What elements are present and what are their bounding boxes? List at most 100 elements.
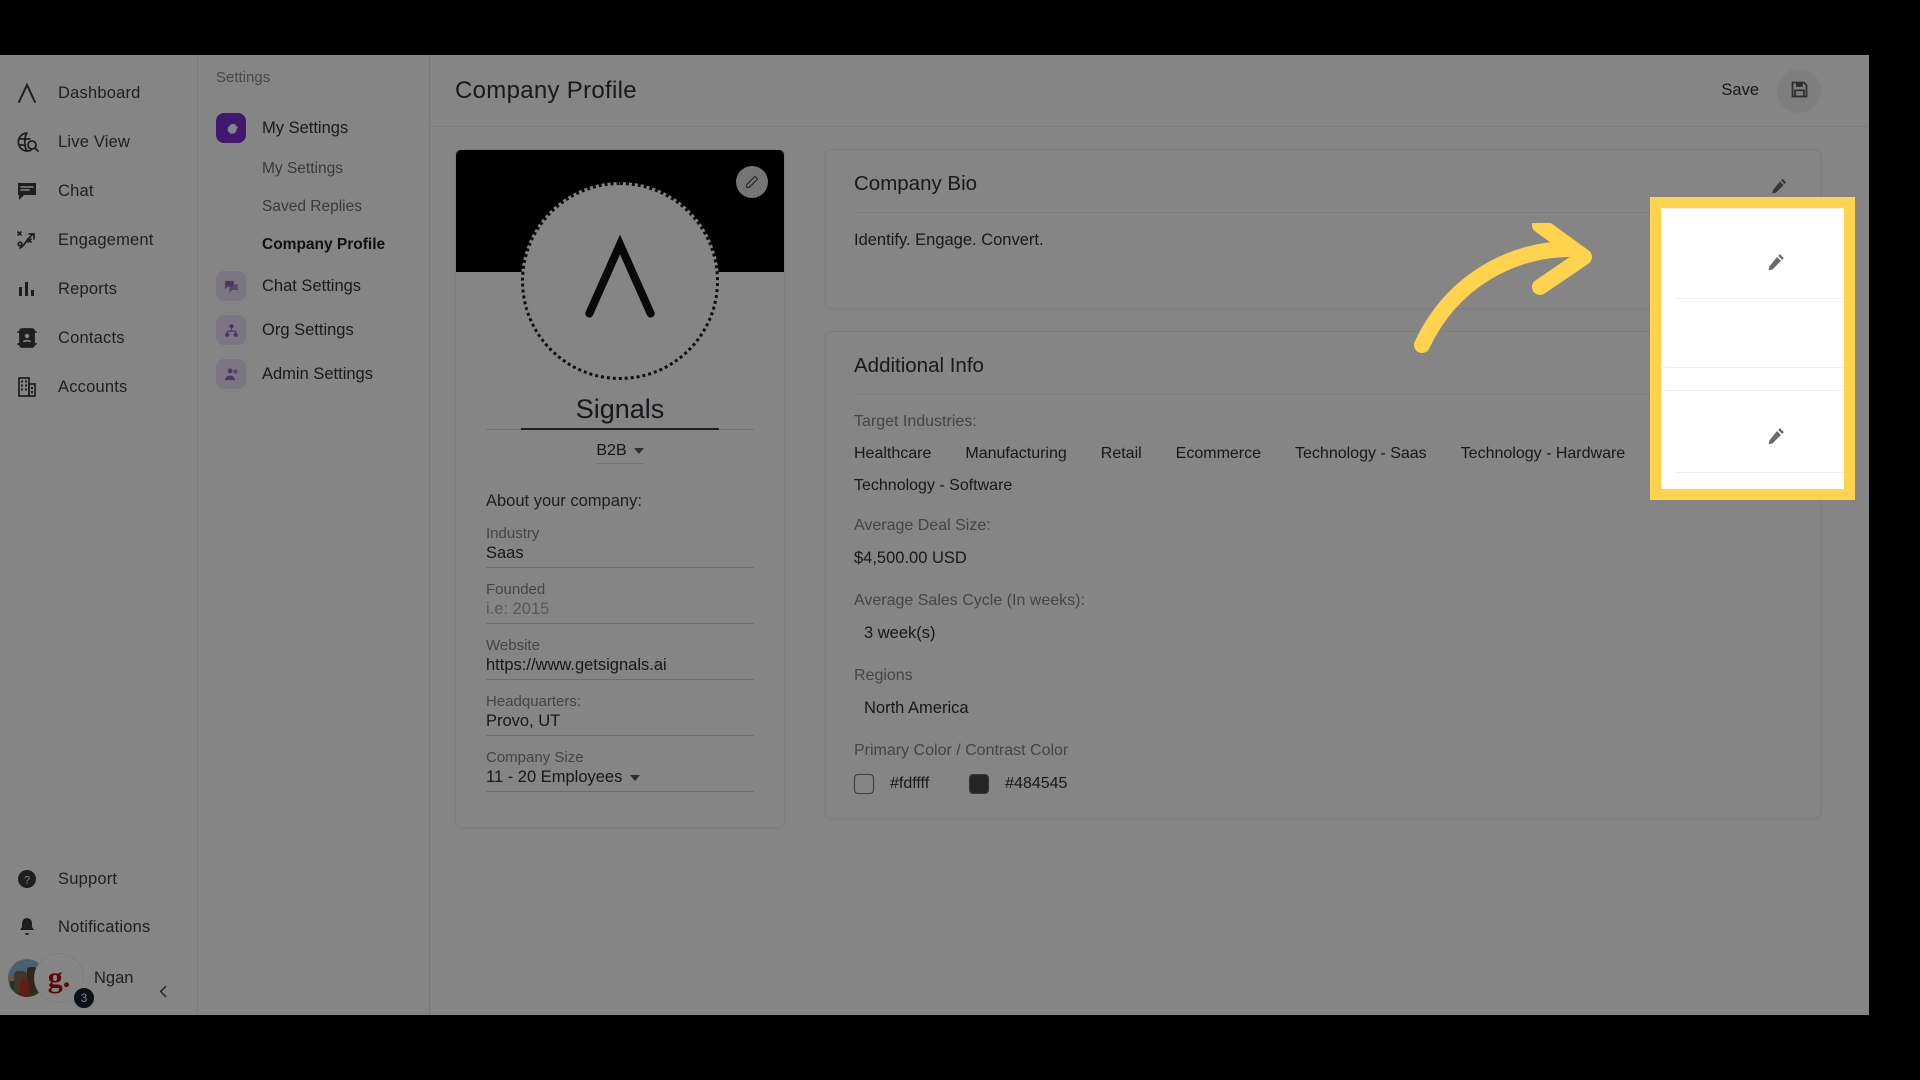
colors-label: Primary Color / Contrast Color xyxy=(854,742,1069,759)
nav-label: Dashboard xyxy=(58,83,141,102)
deal-size-value: $4,500.00 USD xyxy=(854,549,967,567)
headquarters-input[interactable]: Provo, UT xyxy=(486,712,754,736)
bar-chart-icon xyxy=(14,276,40,302)
business-type-row: B2B xyxy=(456,442,784,464)
nav-item-contacts[interactable]: Contacts xyxy=(0,314,197,362)
highlight-box xyxy=(1650,197,1855,500)
admin-settings-icon xyxy=(216,359,246,389)
sidebar-item-label: Chat Settings xyxy=(262,276,362,295)
pencil-icon[interactable] xyxy=(736,166,768,198)
pencil-icon[interactable] xyxy=(1766,251,1787,277)
sidebar-subitem-label: My Settings xyxy=(262,160,343,177)
nav-label: Engagement xyxy=(58,230,154,249)
sidebar-item-label: Admin Settings xyxy=(262,364,373,383)
card-title: Company Bio xyxy=(854,172,978,195)
list-item: Ecommerce xyxy=(1175,445,1262,462)
list-item: Technology - Hardware xyxy=(1460,445,1626,462)
pencil-icon[interactable] xyxy=(1766,172,1792,198)
sidebar-item-my-settings[interactable]: My Settings xyxy=(198,106,429,150)
industry-input[interactable]: Saas xyxy=(486,544,754,568)
settings-sidebar-title: Settings xyxy=(216,69,271,86)
nav-item-chat[interactable]: Chat xyxy=(0,167,197,215)
help-circle-icon: ? xyxy=(14,866,40,892)
list-item: Technology - Saas xyxy=(1295,445,1427,462)
nav-label: Reports xyxy=(58,279,118,298)
contact-card-icon xyxy=(14,325,40,351)
sidebar-item-label: My Settings xyxy=(262,118,349,137)
floppy-disk-icon xyxy=(1789,79,1810,103)
nav-item-engagement[interactable]: Engagement xyxy=(0,216,197,264)
application-window: Dashboard Live View Chat Engagement Repo… xyxy=(0,55,1869,1015)
nav-item-reports[interactable]: Reports xyxy=(0,265,197,313)
nav-item-accounts[interactable]: Accounts xyxy=(0,363,197,411)
sales-cycle-label: Average Sales Cycle (In weeks): xyxy=(854,592,1085,609)
main-sidebar: Dashboard Live View Chat Engagement Repo… xyxy=(0,55,198,1015)
content-header: Company Profile Save xyxy=(430,55,1869,127)
globe-search-icon xyxy=(14,129,40,155)
card-title: Additional Info xyxy=(854,354,984,377)
field-label: Company Size xyxy=(486,749,584,766)
chevron-down-icon xyxy=(633,448,644,454)
sidebar-subitem-my-settings[interactable]: My Settings xyxy=(198,150,429,188)
field-label: Industry xyxy=(486,525,540,542)
company-logo[interactable] xyxy=(521,182,719,380)
bell-icon xyxy=(14,914,40,940)
primary-color-hex: #fdffff xyxy=(890,775,930,792)
sidebar-subitem-company-profile[interactable]: Company Profile xyxy=(198,226,429,264)
lambda-logo-icon xyxy=(574,233,666,330)
company-banner xyxy=(456,150,784,380)
sidebar-subitem-saved-replies[interactable]: Saved Replies xyxy=(198,188,429,226)
founded-input[interactable]: i.e: 2015 xyxy=(486,600,754,624)
business-type-value: B2B xyxy=(596,442,627,459)
deal-size-label: Average Deal Size: xyxy=(854,517,991,534)
sidebar-item-label: Org Settings xyxy=(262,320,354,339)
field-founded: Founded i.e: 2015 xyxy=(486,581,754,624)
website-input[interactable]: https://www.getsignals.ai xyxy=(486,656,754,680)
sidebar-item-org-settings[interactable]: Org Settings xyxy=(198,308,429,352)
list-item: Technology - Software xyxy=(854,477,1013,494)
nav-label: Contacts xyxy=(58,328,125,347)
company-name-input[interactable]: Signals xyxy=(456,394,784,425)
field-industry: Industry Saas xyxy=(486,525,754,568)
field-headquarters: Headquarters: Provo, UT xyxy=(486,693,754,736)
gear-icon xyxy=(216,113,246,143)
org-settings-icon xyxy=(216,315,246,345)
list-item: Retail xyxy=(1100,445,1142,462)
building-icon xyxy=(14,374,40,400)
lambda-logo-icon xyxy=(14,80,40,106)
nav-label: Live View xyxy=(58,132,131,151)
company-size-dropdown[interactable]: 11 - 20 Employees xyxy=(486,768,754,792)
color-swatches: #fdffff #484545 xyxy=(854,774,1792,794)
about-company-label: About your company: xyxy=(486,492,642,510)
sidebar-subitem-label: Saved Replies xyxy=(262,198,362,215)
sidebar-subitem-label: Company Profile xyxy=(262,236,386,253)
field-company-size: Company Size 11 - 20 Employees xyxy=(486,749,754,792)
nav-item-live-view[interactable]: Live View xyxy=(0,118,197,166)
chevron-down-icon xyxy=(630,774,641,781)
nav-item-notifications[interactable]: Notifications xyxy=(0,903,197,951)
highlight-content xyxy=(1661,208,1844,489)
screenshot-root: Dashboard Live View Chat Engagement Repo… xyxy=(0,0,1920,1080)
list-item: Healthcare xyxy=(854,445,932,462)
contrast-color-swatch xyxy=(969,774,990,794)
main-nav-bottom: ? Support Notifications g. 3 Ngan xyxy=(0,855,197,1015)
nav-item-dashboard[interactable]: Dashboard xyxy=(0,69,197,117)
chevron-left-icon[interactable] xyxy=(149,977,177,1005)
save-label: Save xyxy=(1721,81,1759,99)
card-header: Company Bio xyxy=(854,172,1792,198)
pencil-icon[interactable] xyxy=(1766,425,1787,451)
nav-label: Chat xyxy=(58,181,94,200)
svg-text:?: ? xyxy=(24,875,30,887)
settings-sidebar: Settings My Settings My Settings Saved R… xyxy=(198,55,430,1015)
save-button[interactable] xyxy=(1777,68,1821,113)
nav-item-support[interactable]: ? Support xyxy=(0,855,197,903)
field-label: Founded xyxy=(486,581,546,598)
primary-color-swatch xyxy=(854,774,874,794)
nav-label: Notifications xyxy=(58,917,151,936)
field-label: Headquarters: xyxy=(486,693,582,710)
field-label: Website xyxy=(486,637,540,654)
sidebar-item-admin-settings[interactable]: Admin Settings xyxy=(198,352,429,396)
business-type-dropdown[interactable]: B2B xyxy=(596,442,644,464)
user-name: Ngan xyxy=(94,968,134,987)
sidebar-item-chat-settings[interactable]: Chat Settings xyxy=(198,264,429,308)
